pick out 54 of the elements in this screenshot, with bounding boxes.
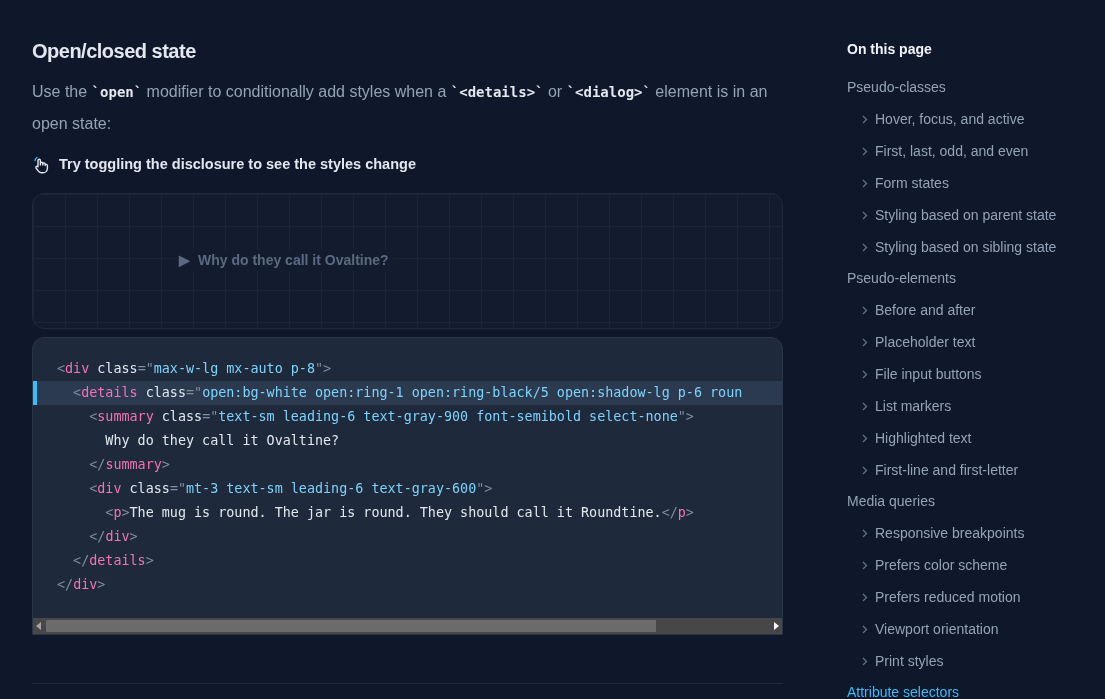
code-line: <summary class="text-sm leading-6 text-gray-900 font-semibold select-none"> (88, 407, 695, 426)
chevron-icon (862, 305, 868, 315)
code-line: Why do they call it Ovaltine? (104, 431, 341, 450)
section-heading: Open/closed state (32, 39, 197, 64)
chevron-icon (862, 242, 868, 252)
code-line: </div> (56, 575, 107, 594)
hint-text: Try toggling the disclosure to see the styles change (59, 155, 416, 174)
scroll-left-icon[interactable] (36, 621, 42, 630)
toc-link[interactable]: List markers (875, 395, 952, 417)
chevron-icon (862, 210, 868, 220)
toc-link[interactable]: Hover, focus, and active (875, 108, 1025, 130)
scrollbar-thumb[interactable] (46, 619, 656, 632)
code-line: </summary> (88, 455, 171, 474)
chevron-icon (862, 433, 868, 443)
intro-paragraph: Use the `open` modifier to conditionally add styles when a `<details>` or `<dialog>` element is in an open state: (32, 82, 769, 134)
chevron-icon (862, 178, 868, 188)
chevron-icon (862, 656, 868, 666)
chevron-icon (862, 592, 868, 602)
toc-link[interactable]: Prefers reduced motion (875, 586, 1021, 608)
chevron-icon (862, 528, 868, 538)
horizontal-scrollbar[interactable] (33, 617, 782, 634)
toc-link[interactable]: Prefers color scheme (875, 554, 1008, 576)
chevron-icon (862, 624, 868, 634)
toc-link[interactable]: Form states (875, 172, 949, 194)
chevron-icon (862, 369, 868, 379)
toc-link[interactable]: Print styles (875, 650, 944, 672)
chevron-icon (862, 337, 868, 347)
code-line: <p>The mug is round. The jar is round. They should call it Roundtine.</p> (104, 503, 695, 522)
toc-link[interactable]: First-line and first-letter (875, 459, 1019, 481)
toc-link[interactable]: Attribute selectors (847, 677, 1057, 699)
toc-link[interactable]: Styling based on parent state (875, 204, 1057, 226)
toc-link[interactable]: Responsive breakpoints (875, 522, 1025, 544)
chevron-icon (862, 560, 868, 570)
chevron-icon (862, 401, 868, 411)
toc-link[interactable]: File input buttons (875, 363, 982, 385)
toc-link[interactable]: Highlighted text (875, 427, 972, 449)
toc-link[interactable]: Styling based on sibling state (875, 236, 1057, 258)
toc-link[interactable]: First, last, odd, and even (875, 140, 1029, 162)
chevron-icon (862, 114, 868, 124)
toc-link[interactable]: Before and after (875, 299, 976, 321)
code-line: <div class="mt-3 text-sm leading-6 text-gray-600"> (88, 479, 494, 498)
pointing-hand-icon (32, 155, 50, 174)
toc-link[interactable]: Viewport orientation (875, 618, 999, 640)
scroll-right-icon[interactable] (773, 621, 779, 630)
toc-link[interactable]: Pseudo-elements (847, 263, 1057, 294)
code-line: </div> (88, 527, 139, 546)
code-line: </details> (72, 551, 155, 570)
toc-title: On this page (847, 40, 933, 59)
code-line: <div class="max-w-lg mx-auto p-8"> (56, 359, 333, 378)
toc-link[interactable]: Media queries (847, 486, 1057, 517)
chevron-icon (862, 465, 868, 475)
chevron-icon (862, 146, 868, 156)
toc-link[interactable]: Placeholder text (875, 331, 976, 353)
toc-link[interactable]: Pseudo-classes (847, 72, 1057, 103)
